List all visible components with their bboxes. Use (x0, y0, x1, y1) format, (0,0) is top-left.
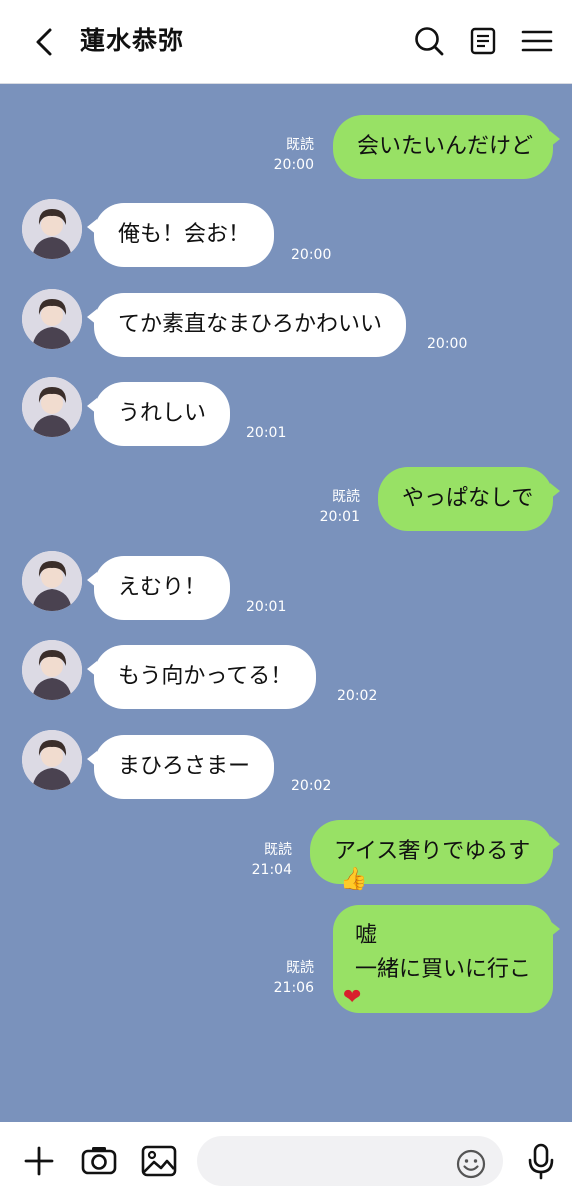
back-chevron-icon[interactable] (30, 26, 58, 58)
avatar[interactable] (22, 289, 82, 349)
message-time: 20:01 (246, 425, 287, 441)
read-receipt: 既読 20:00 (273, 137, 314, 173)
message-bubble-incoming[interactable]: まひろさまー (87, 735, 275, 799)
message-bubble-incoming[interactable]: てか素直なまひろかわいい (87, 293, 407, 357)
message-text: えむり！ (118, 575, 207, 600)
search-icon[interactable] (412, 24, 446, 58)
input-bar (0, 1122, 572, 1200)
avatar[interactable] (22, 640, 82, 700)
image-icon[interactable] (140, 1142, 178, 1180)
message-time: 20:00 (427, 336, 468, 352)
message-text: 俺も！会お！ (118, 222, 251, 247)
menu-icon[interactable] (520, 24, 554, 58)
thumbs-up-emoji-icon: 👍 (340, 867, 368, 892)
message-list[interactable]: 既読 20:00 会いたいんだけど 俺も！会お！ 20:00 てか素直なまひろか… (0, 85, 572, 1122)
message-text-line: 嘘 (355, 923, 378, 948)
message-time: 20:01 (246, 599, 287, 615)
heart-emoji-icon: ❤ (343, 985, 362, 1010)
message-text: 会いたいんだけど (357, 134, 534, 159)
message-time: 20:02 (291, 778, 332, 794)
message-bubble-outgoing[interactable]: 嘘 一緒に買いに行こ (333, 905, 560, 1013)
avatar[interactable] (22, 199, 82, 259)
message-text: まひろさまー (118, 754, 251, 779)
message-bubble-incoming[interactable]: もう向かってる！ (87, 645, 317, 709)
message-time: 20:00 (291, 247, 332, 263)
message-text: うれしい (118, 401, 207, 426)
message-text: てか素直なまひろかわいい (118, 312, 383, 337)
message-bubble-incoming[interactable]: うれしい (87, 382, 231, 446)
message-text: やっぱなしで (402, 486, 534, 511)
emoji-icon[interactable] (455, 1148, 487, 1180)
plus-icon[interactable] (20, 1142, 58, 1180)
read-receipt: 既読 21:06 (273, 960, 314, 996)
read-receipt: 既読 20:01 (319, 489, 360, 525)
message-time: 20:02 (337, 688, 378, 704)
avatar[interactable] (22, 730, 82, 790)
camera-icon[interactable] (80, 1142, 118, 1180)
microphone-icon[interactable] (522, 1142, 560, 1180)
message-text-line: 一緒に買いに行こ (355, 957, 532, 982)
avatar[interactable] (22, 377, 82, 437)
chat-title: 蓮水恭弥 (80, 26, 185, 55)
message-bubble-outgoing[interactable]: やっぱなしで (378, 467, 560, 531)
read-receipt: 既読 21:04 (251, 842, 292, 878)
message-text: アイス奢りでゆるす (334, 839, 531, 864)
notes-icon[interactable] (466, 24, 500, 58)
message-bubble-outgoing[interactable]: 会いたいんだけど (333, 115, 560, 179)
avatar[interactable] (22, 551, 82, 611)
message-bubble-incoming[interactable]: えむり！ (87, 556, 231, 620)
message-bubble-incoming[interactable]: 俺も！会お！ (87, 203, 275, 267)
message-text: もう向かってる！ (118, 664, 293, 689)
chat-header: 蓮水恭弥 (0, 0, 572, 84)
